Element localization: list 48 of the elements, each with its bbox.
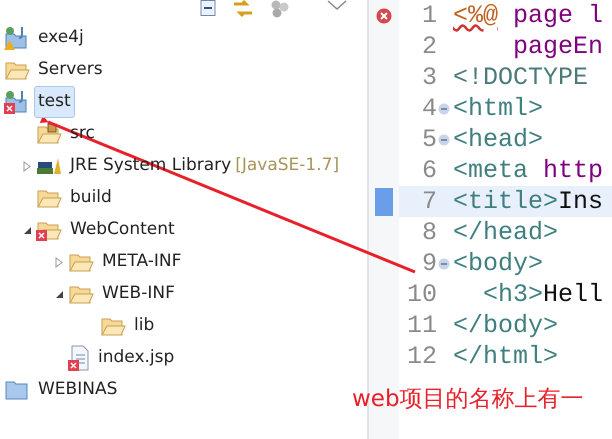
- code-line: pageEn: [512, 30, 604, 63]
- code-line: <meta http: [453, 154, 604, 187]
- library-version: [JavaSE-1.7]: [235, 154, 340, 178]
- line-number: 2: [420, 30, 437, 63]
- tree-item[interactable]: build: [66, 182, 116, 214]
- code-line: <h3>Hell: [482, 278, 604, 311]
- expanded-arrow-icon[interactable]: [22, 226, 32, 234]
- collapsed-arrow-icon[interactable]: [55, 256, 63, 268]
- library-icon: [36, 156, 62, 176]
- line-number: 5: [420, 124, 437, 156]
- code-line: <title>Ins: [453, 186, 604, 218]
- tree-item[interactable]: index.jsp: [94, 342, 178, 374]
- code-line: </html>: [453, 340, 558, 373]
- fold-icon[interactable]: [438, 134, 450, 146]
- tree-item[interactable]: exe4j: [34, 22, 88, 54]
- expanded-arrow-icon[interactable]: [54, 290, 64, 298]
- tree-item[interactable]: test: [34, 86, 75, 118]
- line-number: 3: [420, 62, 437, 94]
- line-number: 4: [420, 92, 437, 125]
- code-line: <head>: [453, 124, 544, 156]
- tree-item[interactable]: WEBINAS: [34, 374, 122, 406]
- code-line: <body>: [453, 248, 544, 280]
- line-number: 1: [420, 0, 437, 32]
- tree-item[interactable]: Servers: [34, 54, 107, 86]
- line-number: 12: [406, 340, 437, 373]
- code-line: </body>: [453, 310, 558, 342]
- line-number: 9: [420, 248, 437, 280]
- line-number: 6: [420, 154, 437, 187]
- chevron-icon[interactable]: [326, 0, 348, 10]
- tree-item[interactable]: WEB-INF: [98, 278, 179, 310]
- code-line: <%@ page l: [453, 0, 604, 32]
- code-line: <html>: [453, 92, 544, 125]
- line-number: 7: [420, 186, 437, 218]
- tree-item[interactable]: lib: [130, 310, 158, 342]
- code-line: <!DOCTYPE: [453, 62, 588, 94]
- tree-item[interactable]: WebContent: [66, 214, 179, 246]
- closed-project-icon: [4, 379, 30, 401]
- package-folder-icon: [36, 123, 62, 145]
- collapse-all-icon[interactable]: [198, 0, 218, 16]
- annotation-text: web项目的名称上有一: [352, 385, 584, 414]
- fold-icon[interactable]: [438, 258, 450, 270]
- line-number: 8: [420, 216, 437, 249]
- tree-item[interactable]: META-INF: [98, 246, 186, 278]
- code-line: </head>: [453, 216, 558, 249]
- collapsed-arrow-icon[interactable]: [23, 160, 31, 172]
- line-number: 11: [406, 310, 437, 342]
- fold-icon[interactable]: [438, 102, 450, 114]
- line-number: 10: [406, 278, 437, 311]
